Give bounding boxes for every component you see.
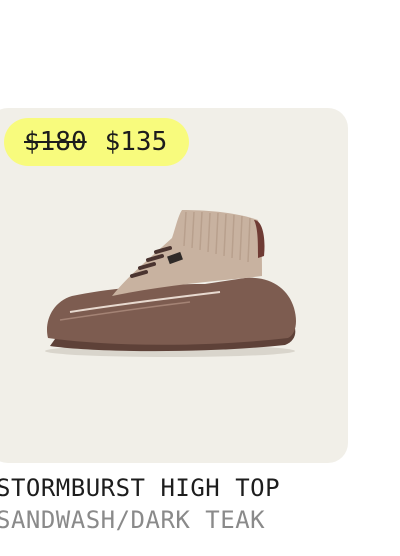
original-price: $180 <box>24 127 87 157</box>
price-badge: $180 $135 <box>4 118 190 166</box>
sale-price: $135 <box>104 127 168 157</box>
product-name[interactable]: STORMBURST HIGH TOP <box>0 474 280 502</box>
product-card[interactable]: $180 $135 STORMBURST HIGH TOP SANDWASH/D… <box>0 0 400 556</box>
product-colorway: SANDWASH/DARK TEAK <box>0 506 266 534</box>
